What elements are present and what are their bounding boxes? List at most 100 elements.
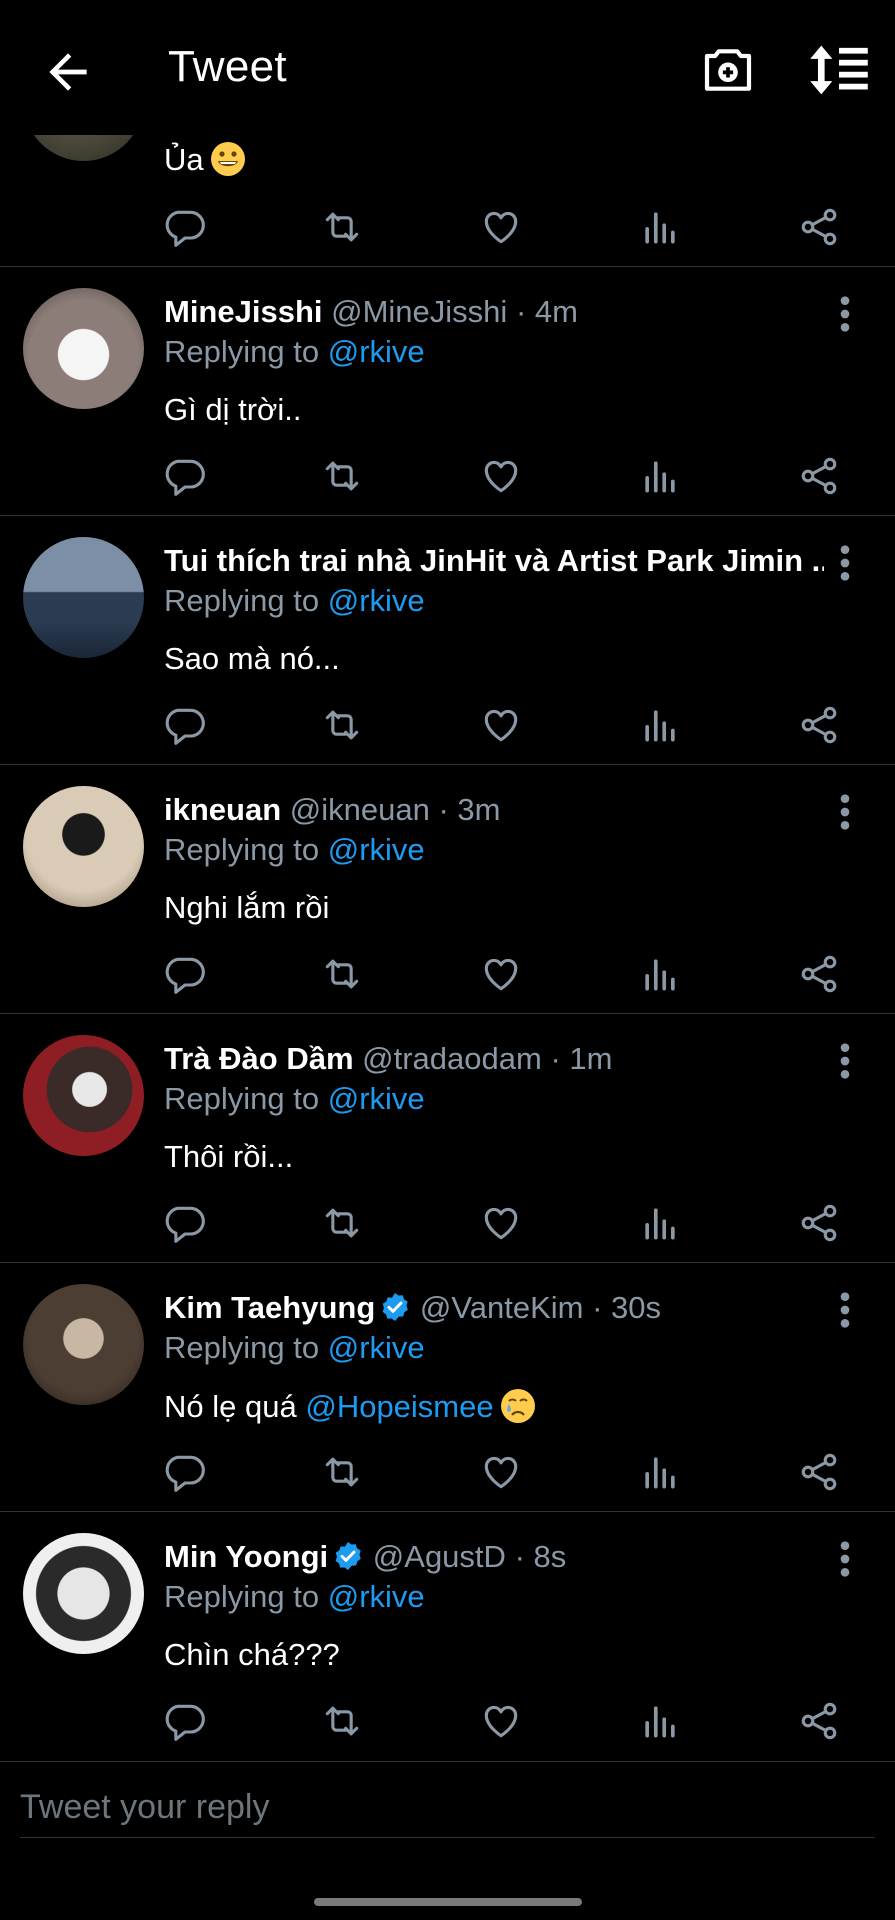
- tweet[interactable]: ikneuan @ikneuan · 3m Replying to @rkive…: [0, 764, 895, 1014]
- author-name[interactable]: Min Yoongi: [164, 1539, 328, 1574]
- like-icon[interactable]: [479, 205, 523, 249]
- retweet-icon[interactable]: [320, 1201, 364, 1245]
- replying-to: Replying to @rkive: [164, 583, 425, 618]
- crying-face-emoji-icon: [500, 1389, 535, 1423]
- share-icon[interactable]: [797, 952, 841, 996]
- tweet[interactable]: Trà Đào Dầm @tradaodam · 1m Replying to …: [0, 1013, 895, 1263]
- replying-to: Replying to @rkive: [164, 1081, 425, 1116]
- tweet[interactable]: Tui thích trai nhà JinHit và Artist Park…: [0, 515, 895, 765]
- share-icon[interactable]: [797, 1699, 841, 1743]
- author-handle[interactable]: @AgustD: [373, 1539, 506, 1574]
- tweet-body: Ủa: [164, 141, 246, 178]
- avatar[interactable]: [23, 537, 144, 658]
- tweet[interactable]: MineJisshi @MineJisshi · 4m Replying to …: [0, 266, 895, 516]
- author-handle[interactable]: @VanteKim: [420, 1290, 584, 1325]
- retweet-icon[interactable]: [320, 1699, 364, 1743]
- avatar[interactable]: [23, 1035, 144, 1156]
- reply-input[interactable]: [20, 1777, 875, 1838]
- more-options-icon[interactable]: [830, 1539, 860, 1579]
- home-indicator[interactable]: [314, 1898, 582, 1906]
- replying-to-link[interactable]: @rkive: [328, 1330, 425, 1365]
- author-name[interactable]: Trà Đào Dầm: [164, 1041, 354, 1076]
- analytics-icon[interactable]: [638, 952, 682, 996]
- retweet-icon[interactable]: [320, 952, 364, 996]
- replying-to-link[interactable]: @rkive: [328, 583, 425, 618]
- page-title: Tweet: [168, 42, 287, 91]
- like-icon[interactable]: [479, 952, 523, 996]
- more-options-icon[interactable]: [830, 1290, 860, 1330]
- author-name[interactable]: Kim Taehyung: [164, 1290, 375, 1325]
- more-options-icon[interactable]: [830, 294, 860, 334]
- retweet-icon[interactable]: [320, 454, 364, 498]
- share-icon[interactable]: [797, 1201, 841, 1245]
- like-icon[interactable]: [479, 1201, 523, 1245]
- tweet-actions: [0, 952, 895, 1002]
- tweet-header: MineJisshi @MineJisshi · 4m: [164, 294, 824, 330]
- replying-to-link[interactable]: @rkive: [328, 1579, 425, 1614]
- replying-to: Replying to @rkive: [164, 1330, 425, 1365]
- top-bar: Tweet: [0, 0, 895, 135]
- sort-icon[interactable]: [808, 42, 870, 98]
- retweet-icon[interactable]: [320, 1450, 364, 1494]
- reply-icon[interactable]: [163, 205, 207, 249]
- replying-to-link[interactable]: @rkive: [328, 334, 425, 369]
- more-options-icon[interactable]: [830, 1041, 860, 1081]
- tweet-body: Nghi lắm rồi: [164, 890, 330, 925]
- tweet-body: Chìn chá???: [164, 1637, 340, 1672]
- arrow-left-icon[interactable]: [40, 44, 96, 100]
- tweet-actions: [0, 205, 895, 255]
- tweet-actions: [0, 1201, 895, 1251]
- more-options-icon[interactable]: [830, 543, 860, 583]
- tweet-actions: [0, 1450, 895, 1500]
- tweet-actions: [0, 703, 895, 753]
- avatar[interactable]: [23, 1284, 144, 1405]
- replying-to: Replying to @rkive: [164, 832, 425, 867]
- author-name[interactable]: Tui thích trai nhà JinHit và Artist Park…: [164, 543, 824, 578]
- replying-to-link[interactable]: @rkive: [328, 832, 425, 867]
- tweet-body: Gì dị trời..: [164, 392, 302, 427]
- mention-link[interactable]: @Hopeismee: [305, 1389, 493, 1424]
- author-handle[interactable]: @ikneuan: [290, 792, 430, 827]
- analytics-icon[interactable]: [638, 1450, 682, 1494]
- share-icon[interactable]: [797, 703, 841, 747]
- analytics-icon[interactable]: [638, 205, 682, 249]
- replying-to-link[interactable]: @rkive: [328, 1081, 425, 1116]
- share-icon[interactable]: [797, 205, 841, 249]
- avatar[interactable]: [23, 1533, 144, 1654]
- reply-icon[interactable]: [163, 1699, 207, 1743]
- analytics-icon[interactable]: [638, 1699, 682, 1743]
- tweet-header: Kim Taehyung @VanteKim · 30s: [164, 1290, 824, 1326]
- avatar[interactable]: [23, 288, 144, 409]
- avatar[interactable]: [23, 786, 144, 907]
- more-options-icon[interactable]: [830, 792, 860, 832]
- like-icon[interactable]: [479, 703, 523, 747]
- tweet-time: · 3m: [438, 792, 501, 827]
- like-icon[interactable]: [479, 1450, 523, 1494]
- reply-icon[interactable]: [163, 454, 207, 498]
- analytics-icon[interactable]: [638, 454, 682, 498]
- share-icon[interactable]: [797, 454, 841, 498]
- like-icon[interactable]: [479, 454, 523, 498]
- replying-to: Replying to @rkive: [164, 1579, 425, 1614]
- author-name[interactable]: MineJisshi: [164, 294, 323, 329]
- camera-plus-icon[interactable]: [700, 42, 756, 98]
- tweet-body: Nó lẹ quá @Hopeismee: [164, 1388, 536, 1425]
- tweet[interactable]: Min Yoongi @AgustD · 8s Replying to @rki…: [0, 1511, 895, 1762]
- tweet-body: Sao mà nó...: [164, 641, 340, 676]
- analytics-icon[interactable]: [638, 1201, 682, 1245]
- reply-icon[interactable]: [163, 952, 207, 996]
- reply-icon[interactable]: [163, 1450, 207, 1494]
- like-icon[interactable]: [479, 1699, 523, 1743]
- tweet-header: Tui thích trai nhà JinHit và Artist Park…: [164, 543, 824, 579]
- author-handle[interactable]: @MineJisshi: [331, 294, 507, 329]
- author-name[interactable]: ikneuan: [164, 792, 281, 827]
- tweet[interactable]: Kim Taehyung @VanteKim · 30s Replying to…: [0, 1262, 895, 1512]
- tweet-header: Trà Đào Dầm @tradaodam · 1m: [164, 1041, 824, 1077]
- analytics-icon[interactable]: [638, 703, 682, 747]
- reply-icon[interactable]: [163, 1201, 207, 1245]
- retweet-icon[interactable]: [320, 703, 364, 747]
- share-icon[interactable]: [797, 1450, 841, 1494]
- reply-icon[interactable]: [163, 703, 207, 747]
- author-handle[interactable]: @tradaodam: [362, 1041, 542, 1076]
- retweet-icon[interactable]: [320, 205, 364, 249]
